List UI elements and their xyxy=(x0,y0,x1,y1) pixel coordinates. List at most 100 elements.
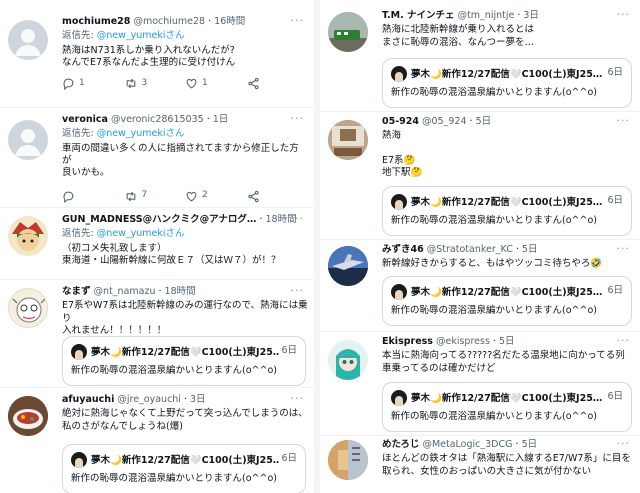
user-avatar[interactable] xyxy=(328,246,368,286)
quoted-avatar xyxy=(71,452,87,468)
retweet-icon xyxy=(126,79,135,89)
user-avatar[interactable] xyxy=(328,12,368,52)
user-avatar[interactable] xyxy=(8,288,48,328)
display-name[interactable]: 05-924 xyxy=(382,116,419,127)
tweet-text: 本当に熱海向ってる?????名だたる温泉地に向かってる列 車乗ってるのは確かだけど xyxy=(382,350,625,374)
quoted-tweet[interactable]: 夢木🌙新作12/27配信🤍C100(土)東J25… 6日 新作の恥辱の混浴温泉編… xyxy=(62,444,306,493)
reply-button[interactable] xyxy=(62,190,124,203)
quoted-tweet[interactable]: 夢木🌙新作12/27配信🤍C100(土)東J25… 6日 新作の恥辱の混浴温泉編… xyxy=(382,58,632,108)
more-options-icon[interactable]: ··· xyxy=(617,8,631,22)
tweet-card[interactable]: veronica @veronic28615035 · 1日 ··· 返信先: … xyxy=(0,108,314,208)
more-options-icon[interactable]: ··· xyxy=(617,437,631,451)
tweet-text: （初コメ失礼致します） 東海道・山陽新幹線に何故Ｅ７（又はＷ７）が！？ xyxy=(62,242,281,267)
more-options-icon[interactable]: ··· xyxy=(617,114,631,128)
handle[interactable]: @jre_oyauchi xyxy=(117,394,181,405)
display-name[interactable]: afuyauchi xyxy=(62,394,114,405)
quoted-timestamp: 6日 xyxy=(605,285,623,298)
tweet-card[interactable]: afuyauchi @jre_oyauchi · 3日 ··· 絶対に熱海じゃな… xyxy=(0,388,314,493)
handle[interactable]: @nt_namazu xyxy=(94,286,156,297)
reply-icon xyxy=(63,79,74,91)
display-name[interactable]: T.M. ナインチェ xyxy=(382,10,455,21)
default-avatar[interactable] xyxy=(8,120,48,160)
heart-icon xyxy=(186,191,197,202)
user-avatar[interactable] xyxy=(8,216,48,256)
handle[interactable]: @MetaLogic_3DCG xyxy=(422,439,512,450)
reply-icon xyxy=(63,191,74,203)
reply-mention-link[interactable]: @new_yumekiさん xyxy=(97,228,185,239)
more-options-icon[interactable]: ··· xyxy=(617,242,631,256)
quoted-text: 新作の恥辱の混浴温泉編かいとりますん(o^^o) xyxy=(391,87,597,98)
tweet-text: 絶対に熱海じゃなくて上野だって突っ込んでしまうのは、 私のさがなんでしょうね(爆) xyxy=(62,408,308,432)
handle[interactable]: @ekispress xyxy=(436,336,490,347)
tweet-card[interactable]: Ekispress @ekispress · 5日 ··· 本当に熱海向ってる?… xyxy=(320,332,640,436)
more-options-icon[interactable]: ··· xyxy=(291,112,305,126)
more-options-icon[interactable]: ··· xyxy=(291,212,305,226)
timestamp[interactable]: 5日 xyxy=(522,244,538,255)
display-name[interactable]: Ekispress xyxy=(382,336,433,347)
retweet-button[interactable]: 3 xyxy=(124,77,186,90)
timestamp[interactable]: 1日 xyxy=(213,114,229,125)
timestamp[interactable]: 3日 xyxy=(190,394,206,405)
quoted-timestamp: 6日 xyxy=(605,67,623,80)
handle[interactable]: @tm_nijntje xyxy=(458,10,515,21)
quoted-display-name: 夢木🌙新作12/27配信🤍C100(土)東J25… xyxy=(411,68,603,80)
reply-mention-link[interactable]: @new_yumekiさん xyxy=(97,30,185,41)
tweet-card[interactable]: めたろじ @MetaLogic_3DCG · 5日 ··· ほとんどの鉄オタは「… xyxy=(320,436,640,493)
reply-button[interactable]: 1 xyxy=(62,77,124,91)
more-options-icon[interactable]: ··· xyxy=(617,334,631,348)
quoted-text: 新作の恥辱の混浴温泉編かいとりますん(o^^o) xyxy=(391,411,597,422)
more-options-icon[interactable]: ··· xyxy=(291,14,305,28)
share-button[interactable] xyxy=(247,77,309,90)
quoted-tweet[interactable]: 夢木🌙新作12/27配信🤍C100(土)東J25… 6日 新作の恥辱の混浴温泉編… xyxy=(382,276,632,326)
default-avatar[interactable] xyxy=(8,20,48,60)
retweet-button[interactable]: 7 xyxy=(124,190,186,203)
tweet-text: 熱海に北陸新幹線が乗り入れるとは まさに恥辱の混浴、なんつー夢を… xyxy=(382,24,535,48)
timestamp[interactable]: 5日 xyxy=(476,116,492,127)
more-options-icon[interactable]: ··· xyxy=(291,392,305,406)
handle[interactable]: @veronic28615035 xyxy=(111,114,204,125)
quoted-tweet[interactable]: 夢木🌙新作12/27配信🤍C100(土)東J25… 6日 新作の恥辱の混浴温泉編… xyxy=(382,382,632,432)
tweet-card[interactable]: GUN_MADNESS@ハンクミク@アナログ… · 18時間 ··· 返信先: … xyxy=(0,208,314,280)
handle[interactable]: @05_924 xyxy=(422,116,466,127)
share-icon xyxy=(247,190,259,202)
quoted-timestamp: 6日 xyxy=(605,391,623,404)
user-avatar[interactable] xyxy=(328,340,368,380)
quoted-timestamp: 6日 xyxy=(279,453,297,466)
display-name[interactable]: めたろじ xyxy=(382,439,419,450)
display-name[interactable]: GUN_MADNESS@ハンクミク@アナログ… xyxy=(62,214,256,225)
timestamp[interactable]: 5日 xyxy=(522,439,538,450)
quoted-tweet[interactable]: 夢木🌙新作12/27配信🤍C100(土)東J25… 6日 新作の恥辱の混浴温泉編… xyxy=(382,186,632,236)
tweet-card[interactable]: T.M. ナインチェ @tm_nijntje · 3日 ··· 熱海に北陸新幹線… xyxy=(320,0,640,112)
quoted-text: 新作の恥辱の混浴温泉編かいとりますん(o^^o) xyxy=(71,365,277,376)
handle[interactable]: @Stratotanker_KC xyxy=(427,244,513,255)
quoted-tweet[interactable]: 夢木🌙新作12/27配信🤍C100(土)東J25… 6日 新作の恥辱の混浴温泉編… xyxy=(62,336,306,386)
more-options-icon[interactable]: ··· xyxy=(291,284,305,298)
display-name[interactable]: みずき46 xyxy=(382,244,424,255)
timestamp[interactable]: 3日 xyxy=(523,10,539,21)
display-name[interactable]: mochiume28 xyxy=(62,16,130,27)
tweet-actions: 1 3 1 xyxy=(62,77,309,91)
tweet-text: 車両の間違い多くの人に指摘されてますから修正した方が 良いかも。 xyxy=(62,142,299,179)
like-button[interactable]: 1 xyxy=(185,77,247,90)
quoted-avatar xyxy=(391,284,407,300)
quoted-display-name: 夢木🌙新作12/27配信🤍C100(土)東J25… xyxy=(411,286,603,298)
reply-mention-link[interactable]: @new_yumekiさん xyxy=(97,128,185,139)
timestamp[interactable]: 18時間 xyxy=(165,286,196,297)
timestamp[interactable]: 16時間 xyxy=(214,16,245,27)
quoted-display-name: 夢木🌙新作12/27配信🤍C100(土)東J25… xyxy=(91,454,283,466)
reply-prefix: 返信先: xyxy=(62,128,94,140)
user-avatar[interactable] xyxy=(328,440,368,480)
tweet-card[interactable]: 05-924 @05_924 · 5日 ··· 熱海 E7系🤔 地下駅🤔 夢木🌙新作… xyxy=(320,112,640,240)
handle[interactable]: @mochiume28 xyxy=(133,16,205,27)
timestamp[interactable]: 5日 xyxy=(499,336,515,347)
user-avatar[interactable] xyxy=(328,120,368,160)
tweet-card[interactable]: mochiume28 @mochiume28 · 16時間 ··· 返信先: @… xyxy=(0,0,314,108)
like-button[interactable]: 2 xyxy=(185,190,247,203)
user-avatar[interactable] xyxy=(8,396,48,436)
tweet-card[interactable]: みずき46 @Stratotanker_KC · 5日 ··· 新幹線好きからす… xyxy=(320,240,640,332)
share-button[interactable] xyxy=(247,190,309,203)
tweet-card[interactable]: なまず @nt_namazu · 18時間 ··· E7系やW7系は北陸新幹線の… xyxy=(0,280,314,388)
tweet-actions: 7 2 xyxy=(62,190,308,203)
display-name[interactable]: veronica xyxy=(62,114,108,125)
display-name[interactable]: なまず xyxy=(62,286,91,297)
